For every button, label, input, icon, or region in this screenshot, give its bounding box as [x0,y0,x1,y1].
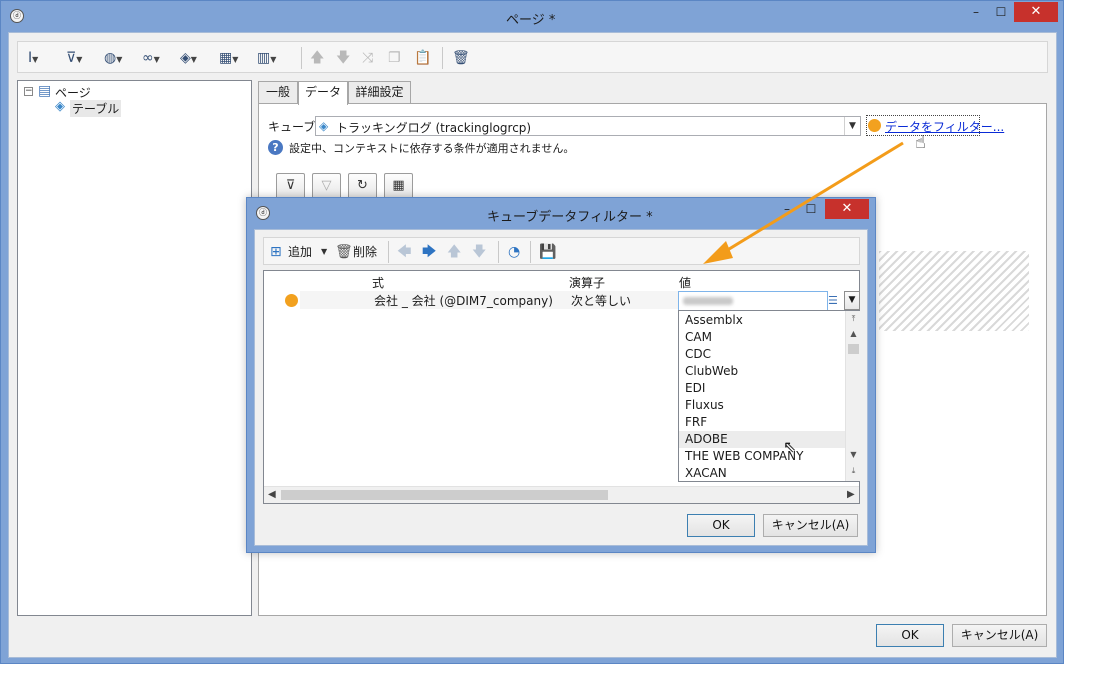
annotation-arrow [703,141,904,264]
annotation-arrow-line [715,141,904,259]
annotation-arrow-head [703,241,733,264]
